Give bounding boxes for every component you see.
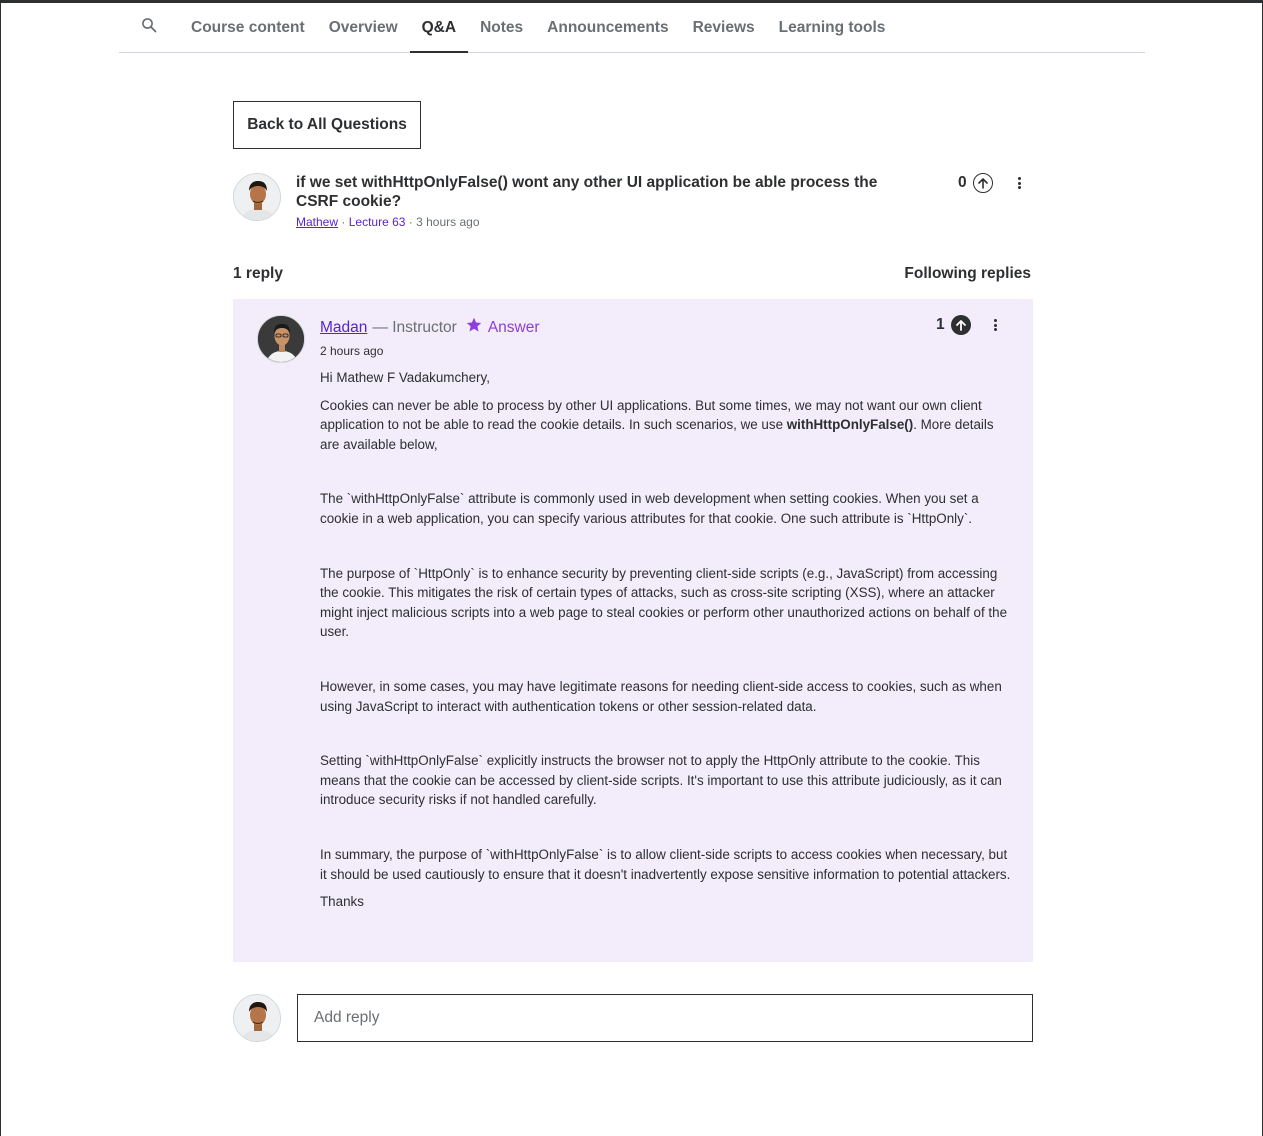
answer-paragraph: The purpose of `HttpOnly` is to enhance …	[320, 565, 1008, 640]
tab-reviews[interactable]: Reviews	[681, 3, 767, 52]
answer-time: 2 hours ago	[320, 344, 384, 358]
replies-count: 1 reply	[233, 265, 283, 282]
tab-course-content[interactable]: Course content	[179, 3, 317, 52]
question-lecture-link[interactable]: Lecture 63	[349, 215, 406, 229]
answer-badge-label: Answer	[487, 318, 540, 336]
tab-learning-tools[interactable]: Learning tools	[767, 3, 898, 52]
answer-signoff: Thanks	[320, 894, 364, 910]
star-icon	[466, 317, 482, 338]
upvote-arrow-icon[interactable]	[972, 173, 993, 193]
tab-overview[interactable]: Overview	[317, 3, 410, 52]
more-options-icon[interactable]	[991, 317, 999, 333]
search-button[interactable]	[119, 3, 179, 52]
question-author-avatar[interactable]	[233, 173, 281, 221]
tab-notes[interactable]: Notes	[468, 3, 535, 52]
back-to-all-questions-button[interactable]: Back to All Questions	[233, 101, 421, 149]
course-nav: Course content Overview Q&A Notes Announ…	[119, 3, 1145, 53]
search-icon	[141, 17, 157, 38]
following-replies-button[interactable]: Following replies	[904, 265, 1031, 283]
question-vote: 0	[958, 173, 993, 193]
meta-separator: ·	[341, 215, 346, 229]
instructor-avatar[interactable]	[257, 315, 305, 363]
answer-paragraph: However, in some cases, you may have leg…	[320, 678, 1002, 714]
answer-body: Hi Mathew F Vadakumchery, Cookies can ne…	[320, 368, 1012, 920]
meta-separator: ·	[408, 215, 413, 229]
answer-badge: Answer	[466, 317, 540, 338]
more-options-icon[interactable]	[1015, 175, 1023, 191]
answer-greeting: Hi Mathew F Vadakumchery,	[320, 370, 490, 385]
upvote-arrow-icon[interactable]	[950, 315, 971, 335]
question-vote-count: 0	[958, 174, 967, 191]
add-reply-input[interactable]	[297, 994, 1033, 1042]
answer-paragraph: In summary, the purpose of `withHttpOnly…	[320, 846, 1011, 882]
answer-paragraph: Setting `withHttpOnlyFalse` explicitly i…	[320, 753, 1002, 808]
answer-vote-count: 1	[936, 316, 945, 333]
instructor-name-link[interactable]: Madan	[320, 319, 367, 337]
current-user-avatar	[233, 994, 281, 1042]
answer-vote: 1	[936, 315, 971, 335]
answer-header: Madan — Instructor Answer	[320, 317, 540, 338]
question-time: 3 hours ago	[416, 215, 480, 229]
answer-paragraph: Cookies can never be able to process by …	[320, 397, 994, 452]
question-title[interactable]: if we set withHttpOnlyFalse() wont any o…	[296, 173, 916, 211]
answer-paragraph: The `withHttpOnlyFalse` attribute is com…	[320, 491, 979, 526]
question-author-link[interactable]: Mathew	[296, 215, 338, 229]
tab-qa[interactable]: Q&A	[409, 3, 469, 53]
instructor-role: — Instructor	[372, 318, 457, 336]
question-meta: Mathew · Lecture 63 · 3 hours ago	[296, 215, 480, 229]
tab-announcements[interactable]: Announcements	[535, 3, 680, 52]
